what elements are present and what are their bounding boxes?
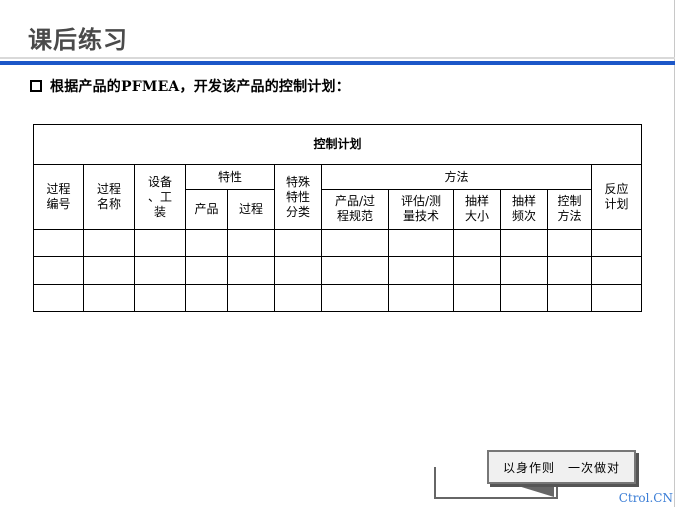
header-char-process: 过程: [227, 188, 275, 231]
header-sample-freq: 抽样 频次: [500, 188, 548, 231]
header-process-name: 过程 名称: [83, 164, 135, 231]
table-cell: [453, 283, 501, 313]
table-cell: [388, 229, 454, 258]
title-divider-blue: [0, 61, 675, 65]
table-cell: [33, 256, 84, 285]
table-cell: [134, 283, 186, 313]
table-cell: [83, 283, 135, 313]
table-cell: [185, 256, 228, 285]
table-cell: [547, 283, 592, 313]
table-cell: [547, 229, 592, 258]
table-cell: [185, 229, 228, 258]
header-measurement: 评估/测 量技术: [388, 188, 454, 231]
table-cell: [185, 283, 228, 313]
table-row: [33, 256, 643, 285]
table-cell: [547, 256, 592, 285]
table-cell: [388, 256, 454, 285]
motto-text: 以身作则 一次做对: [502, 460, 620, 475]
table-cell: [274, 256, 322, 285]
table-row: [33, 283, 643, 313]
table-cell: [590, 283, 643, 313]
slide-title: 课后练习: [28, 26, 128, 54]
table-cell: [388, 283, 454, 313]
table-cell: [83, 229, 135, 258]
table-cell: [321, 283, 389, 313]
header-equipment: 设备 、工 装: [134, 164, 186, 231]
table-row: [33, 229, 643, 258]
table-cell: [274, 283, 322, 313]
table-cell: [134, 256, 186, 285]
table-cell: [500, 256, 548, 285]
table-cell: [227, 229, 275, 258]
motto-stamp: 以身作则 一次做对: [487, 450, 636, 484]
header-reaction-plan: 反应 计划: [590, 164, 643, 231]
table-cell: [500, 229, 548, 258]
header-special-class: 特殊 特性 分类: [274, 164, 322, 231]
table-cell: [590, 256, 643, 285]
instruction-text: 根据产品的PFMEA，开发该产品的控制计划：: [50, 79, 350, 95]
control-plan-table: 控制计划 过程 编号 过程 名称 设备 、工 装 特性 特殊 特性 分类 方法 …: [32, 123, 643, 313]
table-cell: [33, 283, 84, 313]
table-cell: [33, 229, 84, 258]
header-spec: 产品/过 程规范: [321, 188, 389, 231]
watermark: Ctrol.CN: [618, 491, 673, 505]
table-cell: [134, 229, 186, 258]
header-sample-size: 抽样 大小: [453, 188, 501, 231]
header-char-product: 产品: [185, 188, 228, 231]
title-divider-gray: [0, 57, 675, 59]
table-cell: [590, 229, 643, 258]
table-cell: [321, 256, 389, 285]
table-title: 控制计划: [32, 123, 643, 166]
header-process-no: 过程 编号: [33, 164, 84, 231]
table-cell: [453, 256, 501, 285]
table-cell: [321, 229, 389, 258]
table-cell: [274, 229, 322, 258]
instruction-line: 根据产品的PFMEA，开发该产品的控制计划：: [30, 76, 350, 96]
header-characteristics: 特性: [185, 164, 275, 190]
table-cell: [83, 256, 135, 285]
header-control-method: 控制 方法: [547, 188, 592, 231]
table-cell: [227, 256, 275, 285]
square-bullet-icon: [30, 80, 42, 92]
table-cell: [453, 229, 501, 258]
table-cell: [500, 283, 548, 313]
table-cell: [227, 283, 275, 313]
header-methods: 方法: [321, 164, 592, 190]
